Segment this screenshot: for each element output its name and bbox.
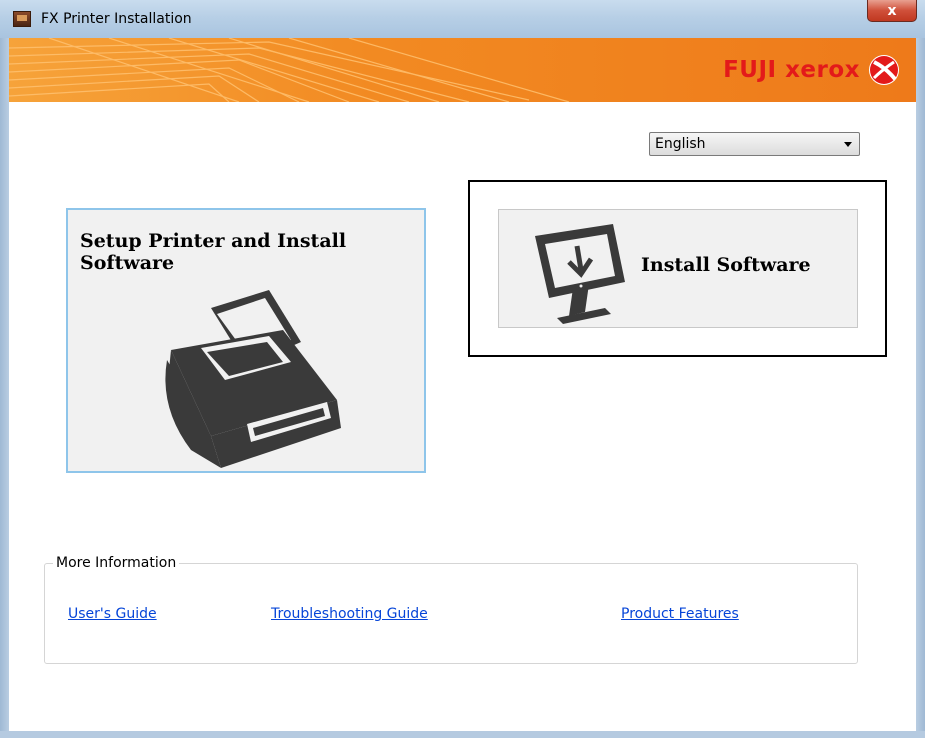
brand-sphere-icon [869, 55, 899, 85]
title-bar[interactable]: FX Printer Installation x [0, 0, 925, 38]
brand-text: FUJI xerox [723, 57, 860, 83]
window-frame-right [916, 38, 925, 738]
printer-icon [165, 290, 341, 468]
language-dropdown[interactable]: English [649, 132, 860, 156]
chevron-down-icon[interactable] [844, 142, 852, 147]
users-guide-link[interactable]: User's Guide [68, 606, 157, 622]
installer-window: FX Printer Installation x FUJI xerox Eng… [0, 0, 925, 738]
fuji-xerox-logo: FUJI xerox [723, 54, 900, 86]
setup-printer-button[interactable]: Setup Printer and Install Software [66, 208, 426, 473]
close-button[interactable]: x [867, 0, 917, 22]
window-frame-left [0, 38, 9, 738]
app-icon [13, 11, 31, 27]
monitor-download-icon [535, 224, 625, 324]
window-frame-bottom [0, 731, 925, 738]
more-information-legend: More Information [53, 555, 180, 571]
product-features-link[interactable]: Product Features [621, 606, 739, 622]
header-banner: FUJI xerox [9, 38, 916, 102]
install-software-button[interactable]: Install Software [498, 209, 858, 328]
troubleshooting-guide-link[interactable]: Troubleshooting Guide [271, 606, 428, 622]
setup-printer-label: Setup Printer and Install Software [80, 230, 347, 274]
install-software-label: Install Software [641, 254, 811, 276]
language-selected: English [655, 136, 706, 152]
client-area: English Setup Printer and Install Softwa… [9, 102, 916, 731]
more-information-group: More Information User's Guide Troublesho… [44, 555, 858, 664]
window-title: FX Printer Installation [41, 11, 192, 27]
